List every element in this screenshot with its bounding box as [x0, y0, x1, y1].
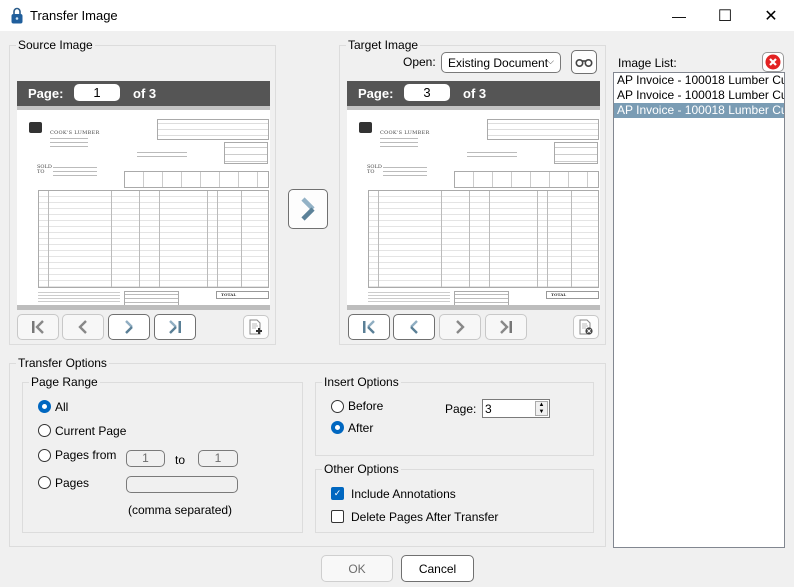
next-page-icon: [125, 320, 133, 334]
include-annotations-checkbox[interactable]: ✓: [331, 487, 344, 500]
radio-pages-label: Pages: [55, 476, 90, 490]
target-page-bar: Page: of 3: [347, 81, 600, 106]
spinner-arrows-icon[interactable]: ▲ ▼: [535, 401, 548, 416]
target-last-page-button[interactable]: [485, 314, 527, 340]
source-page-bar: Page: of 3: [17, 81, 270, 106]
maximize-icon: ☐: [717, 7, 733, 25]
ok-button[interactable]: OK: [321, 555, 393, 582]
image-list-item-selected[interactable]: AP Invoice - 100018 Lumber Cuts -: [614, 103, 784, 118]
delete-page-button[interactable]: [573, 315, 599, 339]
image-list-item[interactable]: AP Invoice - 100018 Lumber Cuts -: [614, 88, 784, 103]
comma-separated-hint: (comma separated): [128, 503, 233, 517]
radio-before-label: Before: [348, 399, 384, 413]
first-page-icon: [363, 320, 375, 334]
source-nav-bar: [17, 314, 270, 340]
chevron-right-icon: [301, 197, 315, 221]
add-page-button[interactable]: [243, 315, 269, 339]
other-options-label: Other Options: [322, 462, 401, 476]
sold-to-label: SOLD TO: [37, 164, 52, 175]
target-page-count: of 3: [463, 86, 487, 101]
sold-to-label: SOLD TO: [367, 164, 382, 175]
radio-pages-from[interactable]: [38, 449, 51, 462]
remove-icon: [765, 54, 781, 70]
image-list-label: Image List:: [618, 56, 677, 70]
delete-page-icon: [579, 319, 593, 335]
transfer-options-label: Transfer Options: [16, 356, 109, 370]
lock-icon: [11, 7, 23, 24]
transfer-button[interactable]: [288, 189, 328, 229]
remove-image-button[interactable]: [762, 52, 784, 72]
delete-pages-label: Delete Pages After Transfer: [351, 510, 499, 524]
previous-page-icon: [78, 320, 87, 334]
target-page-input[interactable]: [404, 84, 450, 101]
source-image-label: Source Image: [16, 38, 95, 52]
source-preview: COOK'S LUMBER SOLD TO TOTAL: [17, 106, 270, 310]
radio-after[interactable]: [331, 421, 344, 434]
total-label: TOTAL: [216, 291, 269, 299]
browse-button[interactable]: [571, 50, 597, 74]
target-image-label: Target Image: [346, 38, 421, 52]
source-page-input[interactable]: [74, 84, 120, 101]
cancel-button[interactable]: Cancel: [401, 555, 474, 582]
source-last-page-button[interactable]: [154, 314, 196, 340]
add-page-icon: [249, 319, 262, 335]
radio-pages[interactable]: [38, 476, 51, 489]
target-next-page-button[interactable]: [439, 314, 481, 340]
radio-before[interactable]: [331, 400, 344, 413]
last-page-icon: [169, 320, 181, 334]
target-first-page-button[interactable]: [348, 314, 390, 340]
pages-to-input[interactable]: 1: [198, 450, 238, 467]
previous-page-icon: [410, 320, 418, 334]
chevron-down-icon: ⌵: [547, 56, 554, 66]
binoculars-icon: [575, 59, 593, 67]
title-bar: Transfer Image — ☐ ✕: [0, 0, 794, 31]
radio-current-page[interactable]: [38, 424, 51, 437]
insert-page-label: Page:: [445, 402, 477, 416]
target-previous-page-button[interactable]: [393, 314, 435, 340]
radio-all-label: All: [55, 400, 69, 414]
open-select-value: Existing Document: [448, 56, 549, 70]
next-page-icon: [456, 320, 465, 334]
to-label: to: [175, 453, 186, 467]
source-previous-page-button[interactable]: [62, 314, 104, 340]
source-document-thumbnail: COOK'S LUMBER SOLD TO TOTAL: [27, 114, 272, 307]
total-label: TOTAL: [546, 291, 599, 299]
maximize-button[interactable]: ☐: [702, 0, 748, 31]
target-nav-bar: [348, 314, 601, 340]
pages-from-input[interactable]: 1: [126, 450, 165, 467]
minimize-icon: —: [672, 7, 686, 24]
minimize-button[interactable]: —: [656, 0, 702, 31]
window-title: Transfer Image: [30, 8, 118, 23]
include-annotations-label: Include Annotations: [351, 487, 456, 501]
source-next-page-button[interactable]: [108, 314, 150, 340]
page-range-label: Page Range: [29, 375, 100, 389]
last-page-icon: [500, 320, 512, 334]
target-document-thumbnail: COOK'S LUMBER SOLD TO TOTAL: [357, 114, 602, 307]
delete-pages-checkbox[interactable]: [331, 510, 344, 523]
radio-after-label: After: [348, 421, 374, 435]
source-first-page-button[interactable]: [17, 314, 59, 340]
open-label: Open:: [403, 55, 436, 69]
source-page-count: of 3: [133, 86, 157, 101]
target-preview: COOK'S LUMBER SOLD TO TOTAL: [347, 106, 600, 310]
source-page-label: Page:: [28, 86, 64, 101]
first-page-icon: [32, 320, 44, 334]
insert-options-label: Insert Options: [322, 375, 401, 389]
insert-options-group: Insert Options: [315, 375, 594, 456]
company-logo: [359, 122, 372, 133]
radio-current-page-label: Current Page: [55, 424, 127, 438]
target-page-label: Page:: [358, 86, 394, 101]
pages-list-input[interactable]: [126, 476, 238, 493]
insert-page-value: 3: [485, 402, 492, 416]
close-button[interactable]: ✕: [748, 0, 794, 31]
insert-page-spinner[interactable]: 3 ▲ ▼: [482, 399, 550, 418]
image-list[interactable]: AP Invoice - 100018 Lumber Cuts - AP Inv…: [613, 72, 785, 548]
open-select[interactable]: Existing Document ⌵: [441, 52, 561, 73]
image-list-item[interactable]: AP Invoice - 100018 Lumber Cuts -: [614, 73, 784, 88]
close-icon: ✕: [764, 7, 778, 25]
radio-pages-from-label: Pages from: [55, 448, 117, 462]
checkmark-icon: ✓: [333, 488, 342, 498]
company-logo: [29, 122, 42, 133]
radio-all[interactable]: [38, 400, 51, 413]
